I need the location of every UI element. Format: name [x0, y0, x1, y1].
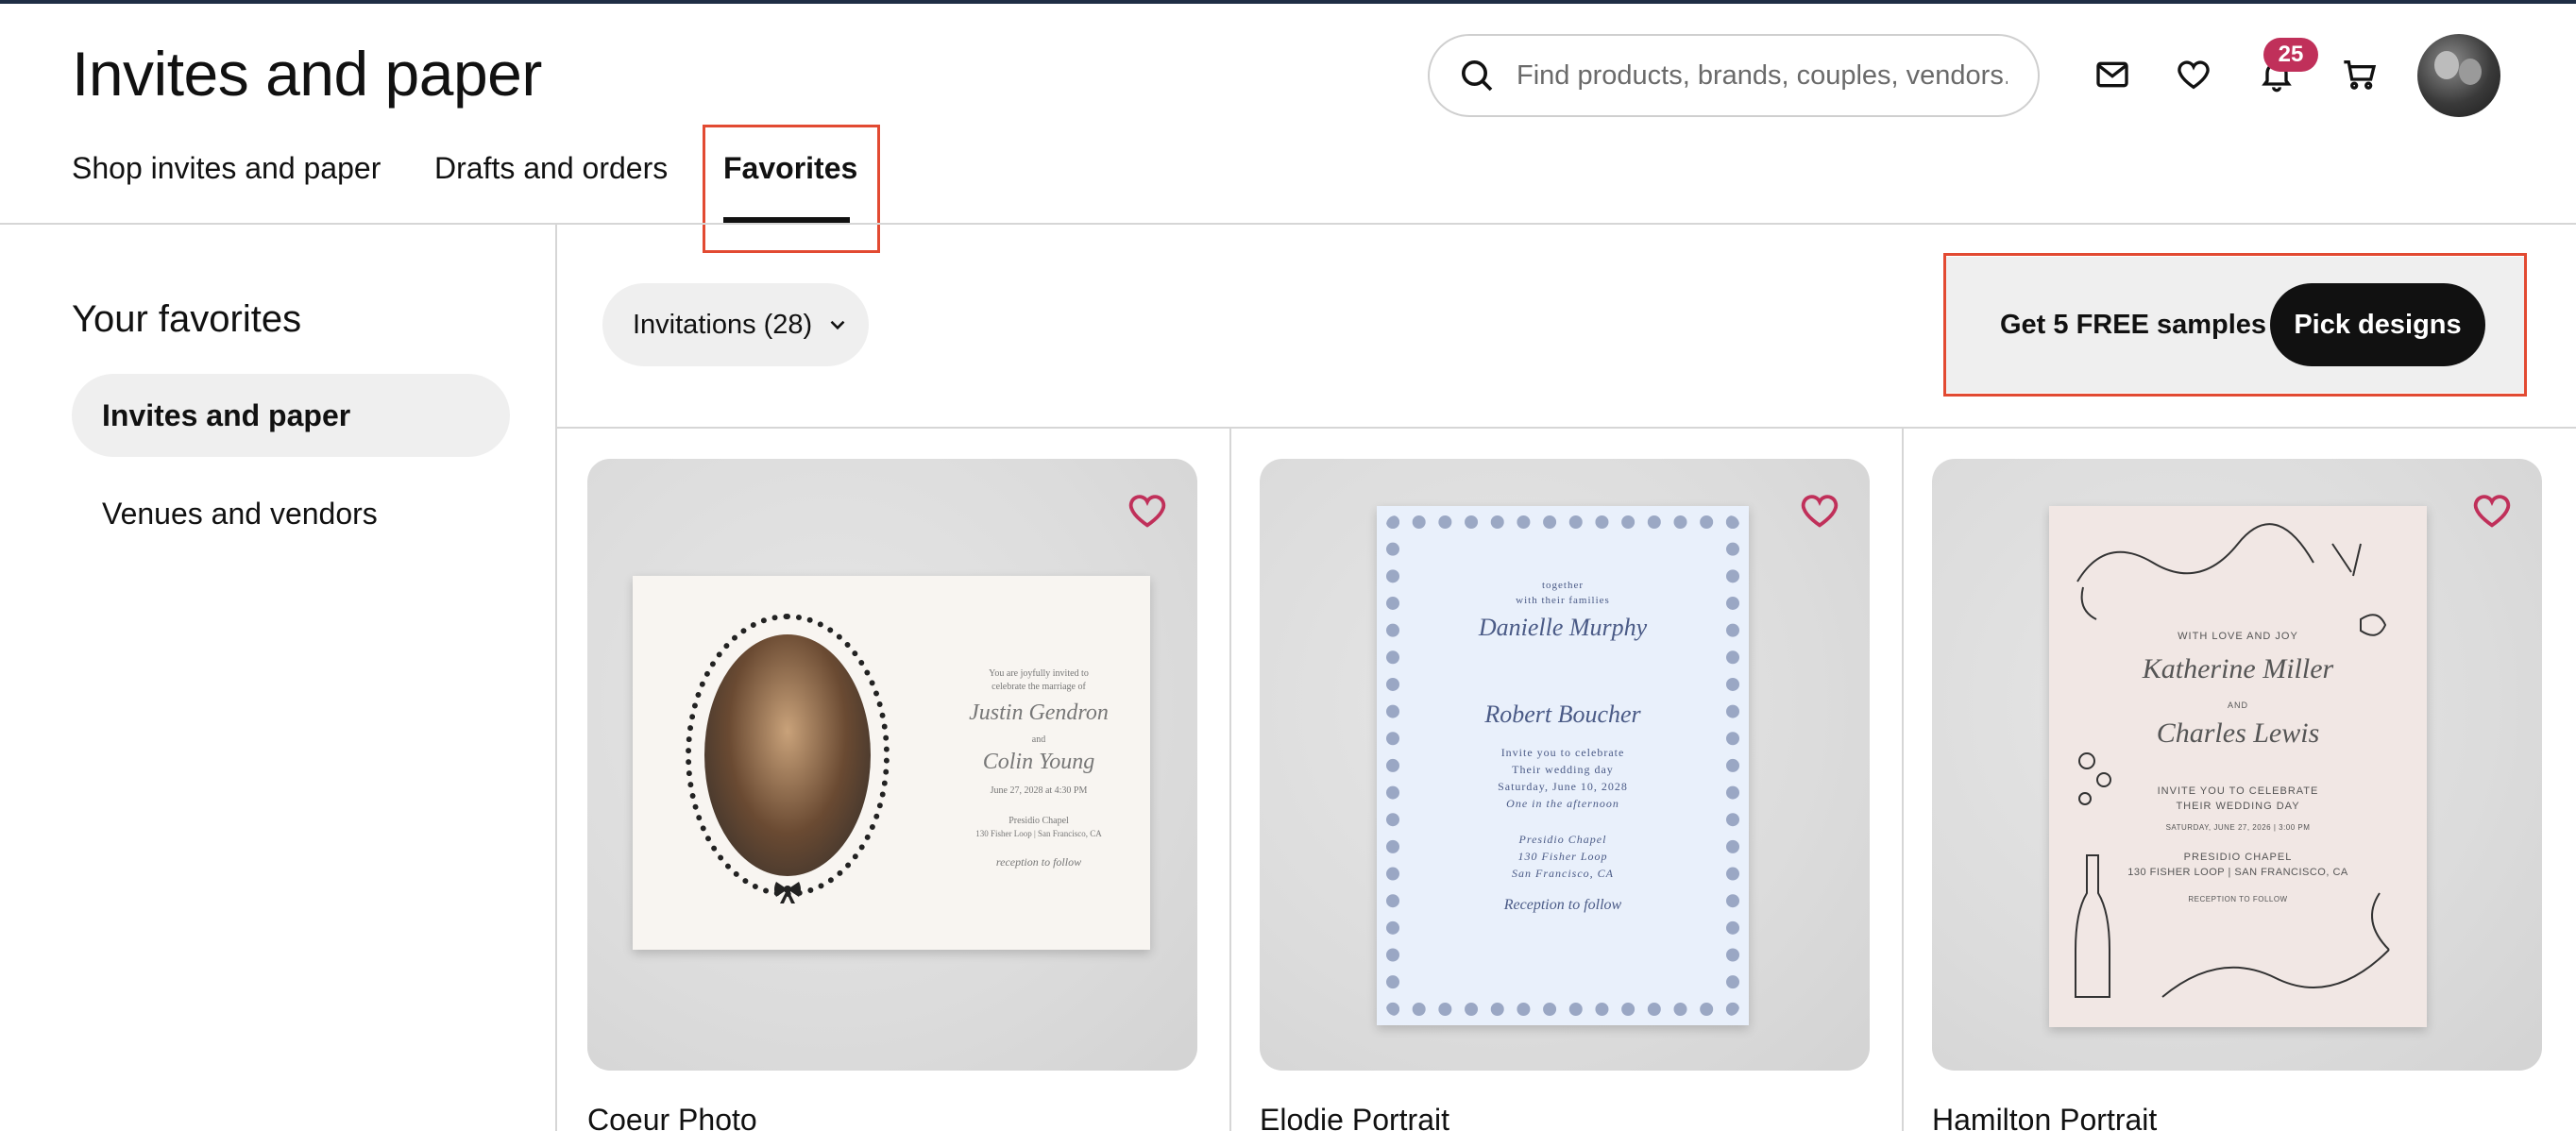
- search-icon: [1462, 60, 1493, 92]
- sidebar-divider: [555, 223, 557, 1131]
- search-bar[interactable]: [1428, 34, 2040, 117]
- invite-line: Their wedding day: [1512, 763, 1614, 776]
- header-divider: [0, 223, 2576, 225]
- invite-name: Colin Young: [982, 750, 1095, 774]
- top-accent-strip: [0, 0, 2576, 4]
- column-divider: [1229, 429, 1231, 1131]
- samples-highlight: [1943, 253, 2527, 397]
- heart-outline-icon: [1801, 495, 1839, 528]
- product-name[interactable]: Coeur Photo: [587, 1103, 757, 1131]
- product-name[interactable]: Elodie Portrait: [1260, 1103, 1449, 1131]
- invite-line: PRESIDIO CHAPEL: [2183, 852, 2293, 863]
- invite-line: THEIR WEDDING DAY: [2176, 801, 2300, 812]
- bow-icon: [774, 882, 801, 903]
- favorite-toggle[interactable]: [1126, 489, 1169, 532]
- invite-name: Justin Gendron: [969, 701, 1109, 725]
- tab-shop-invites[interactable]: Shop invites and paper: [72, 151, 381, 186]
- invite-name: Robert Boucher: [1484, 701, 1641, 728]
- invite-line: SATURDAY, JUNE 27, 2026 | 3:00 PM: [2165, 823, 2311, 832]
- product-name[interactable]: Hamilton Portrait: [1932, 1103, 2157, 1131]
- invitation-preview: WITH LOVE AND JOY Katherine Miller AND C…: [2049, 506, 2427, 1027]
- invite-line: You are joyfully invited to: [989, 668, 1089, 679]
- mail-icon: [2096, 61, 2128, 88]
- invite-line: with their families: [1516, 595, 1610, 606]
- invite-line: WITH LOVE AND JOY: [2178, 631, 2298, 642]
- invite-line: Reception to follow: [1503, 897, 1622, 913]
- invite-line: AND: [2227, 701, 2248, 710]
- invite-name: Danielle Murphy: [1478, 614, 1648, 641]
- invite-line: together: [1541, 580, 1585, 591]
- product-card-hamilton-portrait[interactable]: WITH LOVE AND JOY Katherine Miller AND C…: [1932, 459, 2542, 1071]
- tab-drafts-orders[interactable]: Drafts and orders: [434, 151, 668, 186]
- invite-line: Presidio Chapel: [1008, 816, 1069, 826]
- mail-button[interactable]: [2091, 53, 2134, 96]
- cart-icon: [2344, 60, 2377, 90]
- page-title: Invites and paper: [72, 39, 542, 109]
- invite-line: Saturday, June 10, 2028: [1498, 780, 1628, 793]
- favorites-button[interactable]: [2172, 53, 2215, 96]
- product-card-elodie-portrait[interactable]: together with their families Danielle Mu…: [1260, 459, 1870, 1071]
- invite-line: Presidio Chapel: [1518, 833, 1607, 846]
- avatar[interactable]: [2417, 34, 2500, 117]
- grid-top-divider: [557, 427, 2576, 429]
- search-input[interactable]: [1517, 59, 2008, 92]
- invite-line: RECEPTION TO FOLLOW: [2188, 895, 2288, 903]
- invitations-filter-dropdown[interactable]: Invitations (28): [602, 283, 869, 366]
- invite-name: Charles Lewis: [2156, 717, 2320, 749]
- sidebar-item-invites-paper[interactable]: Invites and paper: [72, 374, 510, 457]
- favorite-toggle[interactable]: [1798, 489, 1841, 532]
- heart-outline-icon: [1128, 495, 1166, 528]
- ribbon-illustration: [2075, 523, 2390, 998]
- invitation-preview: together with their families Danielle Mu…: [1377, 506, 1749, 1025]
- column-divider: [1902, 429, 1904, 1131]
- heart-icon: [2178, 60, 2210, 90]
- invite-line: San Francisco, CA: [1512, 867, 1614, 880]
- invite-line: 130 Fisher Loop: [1517, 850, 1608, 863]
- heart-outline-icon: [2473, 495, 2511, 528]
- favorites-tab-highlight: [703, 125, 880, 253]
- invitation-preview: You are joyfully invited to celebrate th…: [633, 576, 1150, 950]
- invite-line: reception to follow: [995, 855, 1082, 869]
- invite-line: INVITE YOU TO CELEBRATE: [2157, 785, 2319, 797]
- notification-badge: 25: [2263, 38, 2318, 72]
- favorite-toggle[interactable]: [2470, 489, 2514, 532]
- invite-line: June 27, 2028 at 4:30 PM: [990, 785, 1088, 796]
- invite-line: and: [1031, 734, 1046, 745]
- invite-line: 130 FISHER LOOP | SAN FRANCISCO, CA: [2127, 867, 2348, 878]
- chevron-down-icon: [830, 320, 845, 330]
- invite-line: 130 Fisher Loop | San Francisco, CA: [975, 829, 1102, 838]
- couple-photo: [704, 634, 871, 876]
- sidebar-item-venues-vendors[interactable]: Venues and vendors: [72, 472, 510, 555]
- invite-line: celebrate the marriage of: [991, 682, 1086, 692]
- invite-name: Katherine Miller: [2142, 653, 2334, 684]
- cart-button[interactable]: [2338, 53, 2381, 96]
- product-card-coeur-photo[interactable]: You are joyfully invited to celebrate th…: [587, 459, 1197, 1071]
- sidebar-title: Your favorites: [72, 298, 302, 340]
- invite-line: Invite you to celebrate: [1500, 746, 1625, 759]
- invite-line: One in the afternoon: [1506, 797, 1619, 810]
- filter-label: Invitations (28): [633, 309, 813, 340]
